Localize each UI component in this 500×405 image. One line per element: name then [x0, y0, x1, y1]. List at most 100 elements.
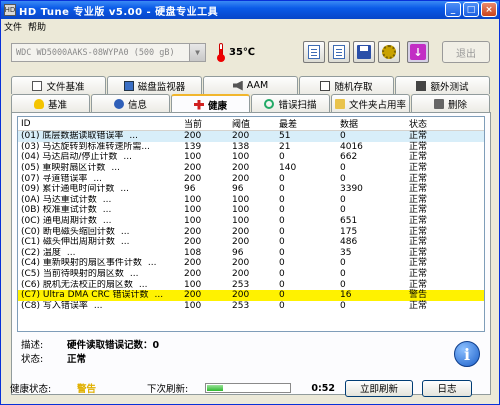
description-value: 硬件读取错误记数：0 [67, 340, 160, 351]
column-header-threshold[interactable]: 阈值 [229, 117, 276, 130]
table-row[interactable]: (C7) Ultra DMA CRC 错误计数... 200 200 0 16 警告 [18, 289, 484, 301]
tab-random-access[interactable]: 随机存取 [299, 76, 394, 94]
cell-status: 警告 [409, 290, 428, 301]
cell-id-text: (0A) 马达重试计数 [21, 194, 97, 205]
menu-file[interactable]: 文件 [4, 20, 22, 33]
refresh-progress-bar [205, 383, 291, 393]
cell-id-text: (C5) 当前待映射的扇区数 [21, 269, 124, 280]
cell-id-dots: ... [102, 205, 112, 216]
table-row[interactable]: (03) 马达旋转到标准转速所需... 139 138 21 4016 正常 [18, 142, 484, 153]
cell-data: 0 [340, 163, 346, 174]
options-button[interactable] [378, 41, 400, 63]
chevron-down-icon[interactable]: ▼ [189, 44, 205, 61]
copy-screen-button[interactable] [328, 41, 350, 63]
health-status-label: 健康状态: [10, 384, 52, 395]
table-row[interactable]: (05) 重映射扇区计数... 200 200 140 0 正常 [18, 163, 484, 174]
cell-worst: 0 [279, 194, 285, 205]
tab-file-benchmark[interactable]: 文件基准 [11, 76, 106, 94]
exit-button[interactable]: 退出 [442, 41, 490, 63]
cell-id: (C8) 写入错误率... [18, 301, 182, 311]
tab-health[interactable]: 健康 [171, 94, 250, 113]
cell-current: 100 [184, 279, 202, 290]
cell-current: 200 [184, 131, 202, 142]
cell-status: 正常 [409, 163, 428, 174]
cell-id: (07) 寻道错误率... [18, 174, 182, 184]
cell-status: 正常 [409, 131, 428, 142]
table-row[interactable]: (C0) 断电磁头缩回计数... 200 200 0 175 正常 [18, 226, 484, 237]
cell-id-dots: ... [66, 247, 76, 258]
cell-data: 0 [340, 205, 346, 216]
download-button[interactable]: ↓ [407, 41, 429, 63]
cell-worst: 0 [279, 237, 285, 248]
cell-data: 662 [340, 152, 358, 163]
cell-id: (C2) 温度... [18, 248, 182, 258]
cell-id-text: (C8) 写入错误率 [21, 300, 88, 311]
cell-status: 正常 [409, 152, 428, 163]
cell-threshold: 96 [232, 247, 244, 258]
speaker-icon [232, 80, 243, 91]
column-header-status[interactable]: 状态 [407, 117, 467, 130]
refresh-now-button[interactable]: 立即刷新 [345, 379, 413, 397]
table-row[interactable]: (04) 马达启动/停止计数... 100 100 0 662 正常 [18, 152, 484, 163]
cell-worst: 0 [279, 258, 285, 269]
tab-extra-tests[interactable]: 额外测试 [395, 76, 490, 94]
tab-benchmark[interactable]: 基准 [11, 94, 90, 112]
temperature-display: 35℃ [217, 43, 255, 62]
save-button[interactable] [353, 41, 375, 63]
close-button[interactable]: × [481, 2, 497, 17]
cell-threshold: 200 [232, 237, 250, 248]
table-row[interactable]: (C8) 写入错误率... 100 253 0 0 正常 [18, 301, 484, 312]
cell-current: 100 [184, 152, 202, 163]
table-row[interactable]: (0A) 马达重试计数... 100 100 0 0 正常 [18, 195, 484, 206]
log-button[interactable]: 日志 [422, 379, 472, 397]
cell-threshold: 200 [232, 131, 250, 142]
maximize-button[interactable]: □ [463, 2, 479, 17]
tab-folder-usage[interactable]: 文件夹占用率 [331, 94, 410, 112]
health-cross-icon [193, 99, 204, 110]
cell-status: 正常 [409, 237, 428, 248]
cell-worst: 140 [279, 163, 297, 174]
tab-error-scan[interactable]: 错误扫描 [251, 94, 330, 112]
cell-status: 正常 [409, 269, 428, 280]
cell-id-text: (C0) 断电磁头缩回计数 [21, 226, 115, 237]
table-row[interactable]: (C6) 脱机无法校正的扇区数... 100 253 0 0 正常 [18, 279, 484, 290]
column-header-id[interactable]: ID [18, 119, 182, 129]
cell-id-text: (C7) Ultra DMA CRC 错误计数 [21, 290, 149, 301]
table-row[interactable]: (C5) 当前待映射的扇区数... 200 200 0 0 正常 [18, 269, 484, 280]
info-icon[interactable]: i [454, 341, 480, 367]
table-row[interactable]: (09) 累计通电时间计数... 96 96 0 3390 正常 [18, 184, 484, 195]
tab-info[interactable]: 信息 [91, 94, 170, 112]
tab-erase[interactable]: 删除 [411, 94, 490, 112]
next-refresh-label: 下次刷新: [147, 384, 189, 395]
menu-help[interactable]: 帮助 [28, 20, 46, 33]
table-row[interactable]: (C1) 磁头伸出周期计数... 200 200 0 486 正常 [18, 237, 484, 248]
column-header-worst[interactable]: 最差 [276, 117, 337, 130]
table-row[interactable]: (01) 底层数据读取错误率... 200 200 51 0 正常 [18, 131, 484, 142]
copy-info-button[interactable] [303, 41, 325, 63]
smart-table[interactable]: ID 当前 阈值 最差 数据 状态 (01) 底层数据读取错误率... 200 20… [17, 116, 485, 332]
table-row[interactable]: (0C) 通电周期计数... 100 100 0 651 正常 [18, 216, 484, 227]
tab-disk-monitor[interactable]: 磁盘监视器 [107, 76, 202, 94]
table-row[interactable]: (C2) 温度... 108 96 0 35 正常 [18, 248, 484, 259]
status-label: 状态: [21, 354, 44, 365]
cell-threshold: 100 [232, 216, 250, 227]
table-row[interactable]: (C4) 重新映射的扇区事件计数... 200 200 0 0 正常 [18, 258, 484, 269]
cell-data: 0 [340, 258, 346, 269]
cell-worst: 0 [279, 300, 285, 311]
cell-data: 651 [340, 216, 358, 227]
table-row[interactable]: (07) 寻道错误率... 200 200 0 0 正常 [18, 173, 484, 184]
table-row[interactable]: (0B) 校准重试计数... 100 100 0 0 正常 [18, 205, 484, 216]
cell-worst: 0 [279, 152, 285, 163]
drive-select[interactable]: WDC WD5000AAKS-08WYPA0 (500 gB) ▼ [11, 43, 206, 62]
cell-id-text: (05) 重映射扇区计数 [21, 163, 106, 174]
cell-threshold: 138 [232, 141, 250, 152]
column-header-data[interactable]: 数据 [337, 117, 407, 130]
cell-data: 0 [340, 173, 346, 184]
cell-current: 200 [184, 269, 202, 280]
tab-aam[interactable]: AAM [203, 76, 298, 94]
column-header-current[interactable]: 当前 [182, 117, 229, 130]
minimize-button[interactable]: _ [445, 2, 461, 17]
cell-current: 200 [184, 173, 202, 184]
title-bar[interactable]: HD HD Tune 专业版 v5.00 - 硬盘专业工具 _ □ × [1, 1, 499, 19]
cell-id-dots: ... [147, 258, 157, 269]
